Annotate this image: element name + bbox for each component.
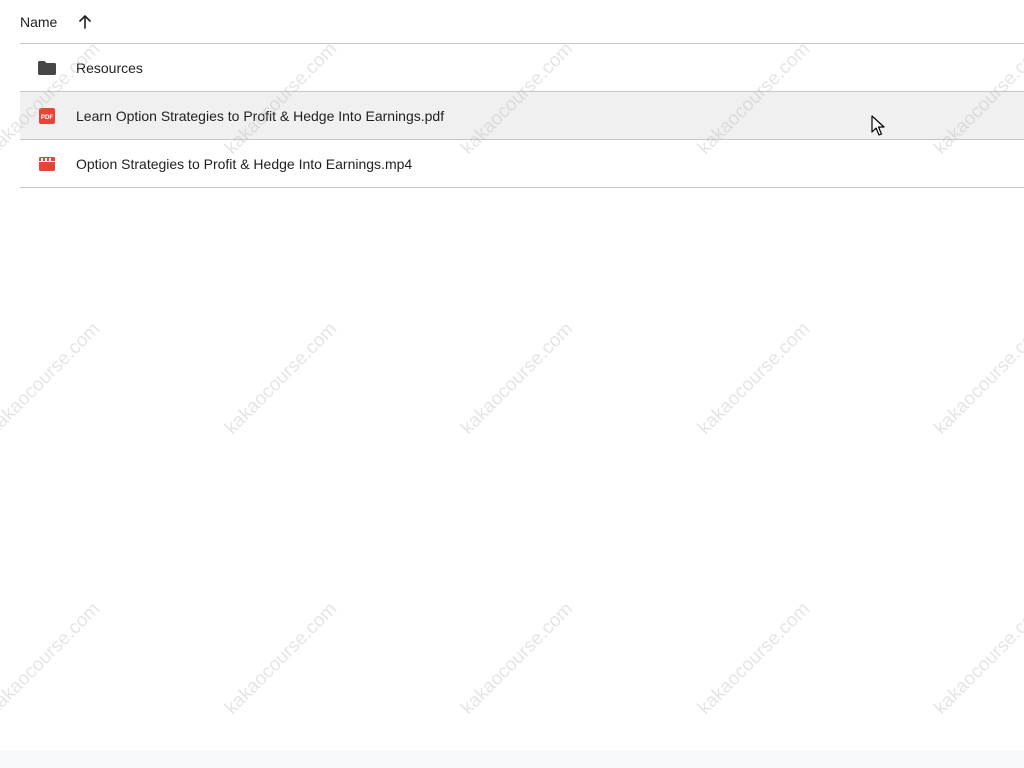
watermark-text: kakaocourse.com xyxy=(0,598,105,719)
file-list: Name Resources PDF Learn Option Strategi… xyxy=(20,0,1024,188)
list-item-label: Option Strategies to Profit & Hedge Into… xyxy=(76,155,413,172)
watermark-text: kakaocourse.com xyxy=(930,598,1024,719)
list-item-video[interactable]: Option Strategies to Profit & Hedge Into… xyxy=(20,140,1024,188)
pdf-icon: PDF xyxy=(37,106,57,126)
video-icon xyxy=(37,154,57,174)
watermark-text: kakaocourse.com xyxy=(694,318,815,439)
arrow-up-icon[interactable] xyxy=(77,14,93,30)
svg-text:PDF: PDF xyxy=(41,113,54,120)
watermark-text: kakaocourse.com xyxy=(457,318,578,439)
watermark-text: kakaocourse.com xyxy=(221,318,342,439)
list-item-resources[interactable]: Resources xyxy=(20,44,1024,92)
folder-icon xyxy=(37,58,57,78)
watermark-text: kakaocourse.com xyxy=(221,598,342,719)
bottom-strip xyxy=(0,750,1024,768)
watermark-text: kakaocourse.com xyxy=(930,318,1024,439)
list-header: Name xyxy=(20,0,1024,44)
watermark-text: kakaocourse.com xyxy=(694,598,815,719)
page: Name Resources PDF Learn Option Strategi… xyxy=(0,0,1024,768)
watermark-text: kakaocourse.com xyxy=(0,318,105,439)
list-item-label: Learn Option Strategies to Profit & Hedg… xyxy=(76,107,445,124)
name-column-header[interactable]: Name xyxy=(20,14,57,30)
mouse-cursor-icon xyxy=(871,115,885,136)
list-item-label: Resources xyxy=(76,59,143,76)
watermark-text: kakaocourse.com xyxy=(457,598,578,719)
